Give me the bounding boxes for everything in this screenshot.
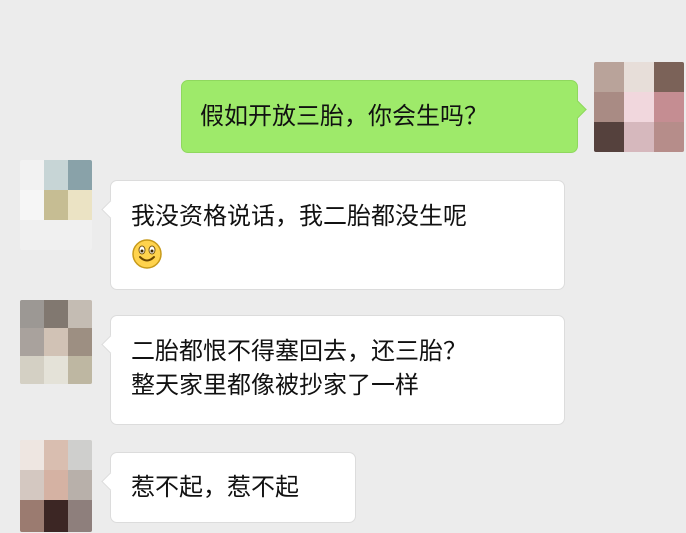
avatar-friend-1[interactable] [20, 160, 92, 250]
bubble-tail [101, 335, 120, 354]
incoming-message-bubble[interactable]: 二胎都恨不得塞回去，还三胎？ 整天家里都像被抄家了一样 [101, 315, 565, 425]
message-text: 我没资格说话，我二胎都没生呢 [131, 202, 467, 230]
message-text: 假如开放三胎，你会生吗？ [200, 102, 488, 130]
bubble-tail [101, 200, 120, 219]
avatar-self[interactable] [594, 62, 684, 152]
incoming-message-bubble[interactable]: 我没资格说话，我二胎都没生呢 [101, 180, 565, 290]
avatar-friend-2[interactable] [20, 300, 92, 384]
bubble-tail [568, 100, 587, 119]
incoming-message-bubble[interactable]: 惹不起，惹不起 [101, 452, 356, 523]
smiley-face-emoji-icon [132, 239, 162, 269]
message-text: 二胎都恨不得塞回去，还三胎？ 整天家里都像被抄家了一样 [131, 337, 467, 399]
bubble-tail [101, 472, 120, 491]
message-text: 惹不起，惹不起 [131, 473, 299, 501]
outgoing-message-bubble[interactable]: 假如开放三胎，你会生吗？ [181, 80, 587, 153]
avatar-friend-3[interactable] [20, 440, 92, 532]
